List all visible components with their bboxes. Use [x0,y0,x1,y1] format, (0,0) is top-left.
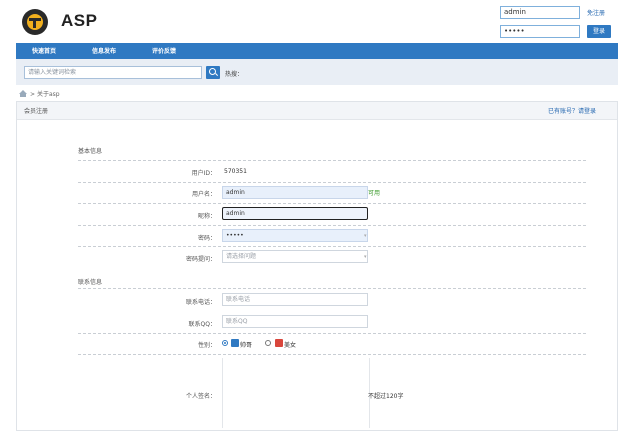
breadcrumb: > 关于asp [30,91,60,98]
main-nav: 快速首页 信息发布 评价反馈 [16,43,618,59]
username-available-status: 可用 [368,190,381,197]
login-button[interactable]: 登录 [587,25,611,38]
nav-item-feedback[interactable]: 评价反馈 [152,46,176,55]
section-contact-title: 联系信息 [78,279,103,286]
gender-female-label[interactable]: 美女 [284,340,296,349]
security-question-select[interactable]: 请选择问题 [222,250,368,263]
nav-item-home[interactable]: 快速首页 [32,46,56,55]
gender-label: 性别： [197,342,216,349]
password-field[interactable]: ••••• [222,229,368,242]
gender-male-label[interactable]: 帅哥 [240,340,252,349]
phone-field[interactable]: 联系电话 [222,293,368,306]
female-icon [275,339,283,347]
divider [78,246,586,247]
user-id-value: 570351 [224,168,247,175]
header-password-input[interactable]: ••••• [500,25,580,38]
search-button[interactable] [206,66,220,79]
qq-field[interactable]: 联系QQ [222,315,368,328]
password-label: 密码： [197,235,216,242]
user-id-label: 用户ID： [191,170,216,177]
username-field[interactable]: admin [222,186,368,199]
signature-textarea[interactable] [222,358,370,428]
search-input[interactable]: 请输入关键词检索 [24,66,202,79]
divider [78,333,586,334]
gender-female-radio[interactable] [265,340,271,346]
divider [78,354,586,355]
divider [78,288,586,289]
chevron-down-icon: ▾ [364,233,367,239]
nickname-label: 昵称： [197,213,216,220]
breadcrumb-current[interactable]: 关于asp [37,91,60,98]
divider [78,203,586,204]
male-icon [231,339,239,347]
login-prompt-link[interactable]: 已有账号？请登录 [548,106,596,115]
brand-name: ASP [61,11,98,30]
nickname-field[interactable]: admin [222,207,368,220]
hot-search-label: 热搜： [225,71,244,78]
divider [78,160,586,161]
divider [78,225,586,226]
username-label: 用户名： [191,191,216,198]
security-question-label: 密码提问： [185,256,216,263]
header-username-input[interactable]: admin [500,6,580,19]
qq-label: 联系QQ： [188,321,216,328]
panel-header [17,102,617,120]
gender-male-radio[interactable] [222,340,228,346]
phone-label: 联系电话： [185,299,216,306]
signature-label: 个人签名： [185,393,216,400]
register-link[interactable]: 免注册 [587,8,605,17]
nav-item-publish[interactable]: 信息发布 [92,46,116,55]
signature-hint: 不超过120字 [368,393,404,400]
section-basic-title: 基本信息 [78,148,103,155]
panel-title: 会员注册 [24,108,49,115]
chevron-down-icon: ▾ [364,254,367,260]
divider [78,182,586,183]
logo-icon[interactable] [22,9,48,35]
